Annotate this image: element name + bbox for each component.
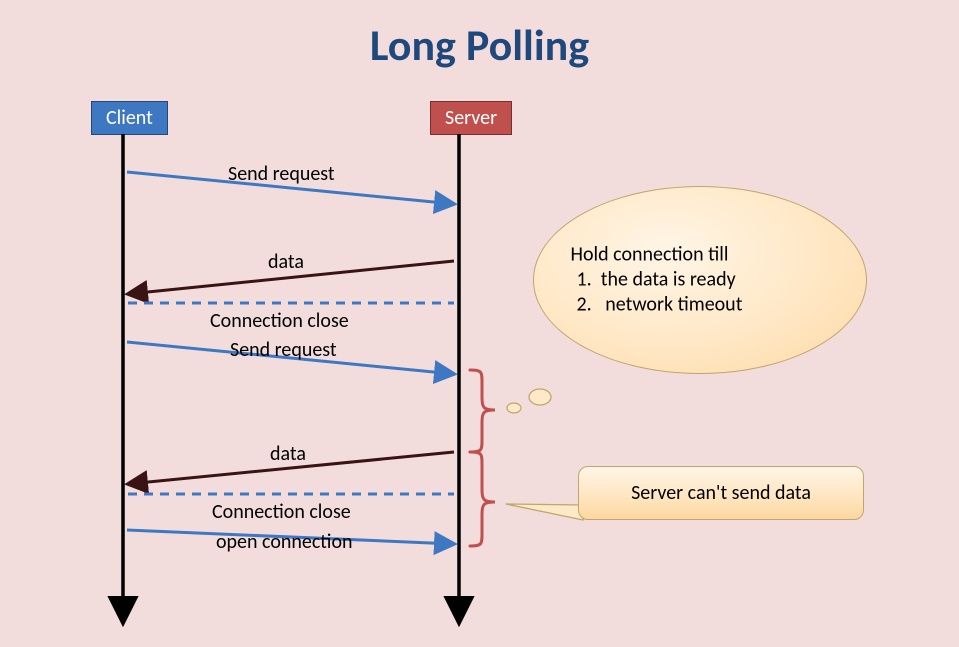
msg-data-1: data [268,250,304,274]
callout1-item2: network timeout [605,293,742,317]
msg-open-connection: open connection [216,530,353,554]
callout1-heading: Hold connection till [571,243,830,268]
callout-hold-connection: Hold connection till 1. the data is read… [533,186,867,374]
msg-send-request-1: Send request [228,162,335,186]
callout-server-cant-send: Server can't send data [578,466,864,520]
actor-client-box: Client [91,101,168,135]
msg-connection-close-2: Connection close [212,500,351,524]
msg-connection-close-1: Connection close [210,309,349,333]
callout1-item1: the data is ready [601,268,736,292]
msg-send-request-2: Send request [230,338,337,362]
actor-server-box: Server [430,101,512,135]
callout2-text: Server can't send data [631,481,811,505]
diagram-title: Long Polling [0,18,959,72]
msg-data-2: data [270,442,306,466]
